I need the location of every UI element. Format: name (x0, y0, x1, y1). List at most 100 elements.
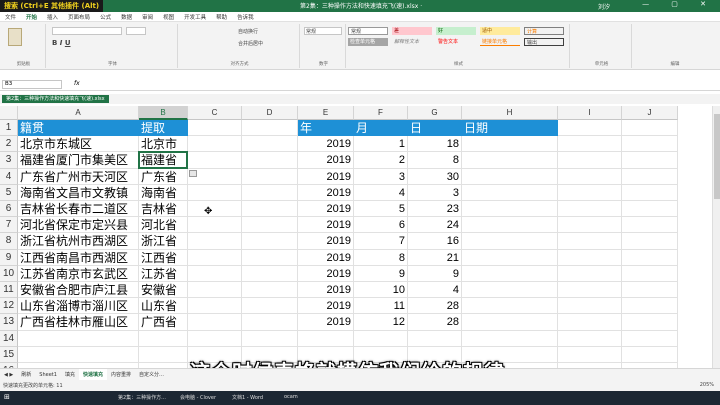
row-header[interactable]: 10 (0, 265, 18, 282)
column-header-a[interactable]: A (18, 106, 139, 120)
grid-cell[interactable] (462, 233, 558, 250)
grid-cell[interactable] (408, 330, 462, 347)
data-cell[interactable]: 6 (354, 217, 408, 233)
data-cell[interactable]: 28 (408, 298, 462, 314)
name-box[interactable]: B3 (2, 80, 62, 89)
grid-cell[interactable] (622, 314, 678, 331)
row-header[interactable]: 5 (0, 184, 18, 201)
data-cell[interactable]: 2019 (298, 152, 354, 168)
merge-center-button[interactable]: 合并后居中 (238, 40, 263, 47)
grid-cell[interactable] (242, 330, 298, 347)
data-cell[interactable]: 2019 (298, 136, 354, 152)
data-cell[interactable]: 2019 (298, 314, 354, 330)
grid-cell[interactable] (558, 152, 622, 169)
style-calculation[interactable]: 计算 (524, 27, 564, 35)
data-cell[interactable]: 2019 (298, 298, 354, 314)
data-cell[interactable]: 北京市 (139, 136, 188, 152)
grid-cell[interactable] (242, 314, 298, 331)
sheet-tab[interactable]: 刷新 (17, 369, 35, 380)
grid-cell[interactable] (622, 201, 678, 218)
font-size-select[interactable] (126, 27, 146, 35)
taskbar-item[interactable]: 文档1 - Word (232, 394, 263, 401)
grid-cell[interactable] (558, 201, 622, 218)
grid-cell[interactable] (242, 265, 298, 282)
data-cell[interactable]: 2019 (298, 250, 354, 266)
grid-cell[interactable] (622, 136, 678, 153)
data-cell[interactable]: 安徽省 (139, 282, 188, 298)
grid-cell[interactable] (188, 314, 242, 331)
zoom-level[interactable]: 205% (700, 382, 714, 388)
data-cell[interactable]: 24 (408, 217, 462, 233)
grid-cell[interactable] (139, 346, 188, 363)
sheet-tab[interactable]: 自定义分… (135, 369, 168, 380)
grid-cell[interactable] (622, 217, 678, 234)
paste-icon[interactable] (8, 28, 22, 46)
data-cell[interactable]: 江苏省南京市玄武区 (18, 266, 139, 282)
taskbar-item[interactable]: ocam (284, 394, 298, 400)
column-header-f[interactable]: F (354, 106, 408, 120)
quick-access-toolbar[interactable]: 搜索 (Ctrl+E 其他插件 (Alt) (0, 0, 104, 12)
sheet-tab[interactable]: 内容重排 (107, 369, 135, 380)
grid-cell[interactable] (622, 330, 678, 347)
grid-cell[interactable] (622, 168, 678, 185)
data-cell[interactable]: 21 (408, 250, 462, 266)
flash-fill-options-icon[interactable] (189, 169, 197, 177)
grid-cell[interactable] (242, 136, 298, 153)
ribbon-tab[interactable]: 插入 (42, 12, 63, 22)
data-cell[interactable]: 江西省 (139, 250, 188, 266)
data-cell[interactable]: 4 (354, 185, 408, 201)
fx-icon[interactable]: fx (74, 80, 80, 87)
grid-cell[interactable] (558, 184, 622, 201)
data-cell[interactable]: 海南省文昌市文教镇 (18, 185, 139, 201)
workbook-tab[interactable]: 第2集：三种操作方法和快速填充飞(速).xlsx (2, 95, 109, 103)
column-header-g[interactable]: G (408, 106, 462, 120)
data-cell[interactable]: 5 (354, 201, 408, 217)
header-cell[interactable]: 日 (408, 120, 462, 137)
grid-cell[interactable] (188, 136, 242, 153)
grid-cell[interactable] (242, 168, 298, 185)
grid-cell[interactable] (558, 120, 622, 137)
style-neutral[interactable]: 适中 (480, 27, 520, 35)
data-cell[interactable]: 福建省厦门市集美区 (18, 152, 139, 168)
data-cell[interactable]: 8 (354, 250, 408, 266)
data-cell[interactable]: 江苏省 (139, 266, 188, 282)
data-cell[interactable]: 浙江省杭州市西湖区 (18, 233, 139, 249)
style-normal[interactable]: 常规 (348, 27, 388, 35)
window-controls[interactable]: — ▢ ✕ (642, 0, 716, 8)
grid-cell[interactable] (188, 282, 242, 299)
data-cell[interactable]: 16 (408, 233, 462, 249)
taskbar-item[interactable]: 会电脑 - Clover (180, 394, 216, 401)
data-cell[interactable]: 广东省广州市天河区 (18, 169, 139, 185)
grid-cell[interactable] (622, 282, 678, 299)
grid-cell[interactable] (462, 152, 558, 169)
data-cell[interactable]: 河北省 (139, 217, 188, 233)
data-cell[interactable]: 吉林省 (139, 201, 188, 217)
grid-cell[interactable] (18, 346, 139, 363)
row-header[interactable]: 8 (0, 233, 18, 250)
ribbon-tab[interactable]: 数据 (116, 12, 137, 22)
grid-cell[interactable] (462, 184, 558, 201)
style-output[interactable]: 输出 (524, 38, 564, 46)
grid-cell[interactable] (622, 265, 678, 282)
data-cell[interactable]: 山东省淄博市淄川区 (18, 298, 139, 314)
grid-cell[interactable] (188, 120, 242, 137)
grid-cell[interactable] (558, 314, 622, 331)
data-cell[interactable]: 9 (354, 266, 408, 282)
grid-cell[interactable] (622, 298, 678, 315)
grid-cell[interactable] (298, 330, 354, 347)
data-cell[interactable]: 海南省 (139, 185, 188, 201)
grid-cell[interactable] (242, 249, 298, 266)
spreadsheet-grid[interactable]: ABCDEFGHIJ1234567891011121314151617籍贯提取北… (0, 106, 712, 368)
grid-cell[interactable] (242, 201, 298, 218)
data-cell[interactable]: 2019 (298, 217, 354, 233)
data-cell[interactable]: 3 (408, 185, 462, 201)
bold-button[interactable]: B I U (52, 39, 71, 47)
grid-cell[interactable] (558, 298, 622, 315)
grid-cell[interactable] (622, 233, 678, 250)
data-cell[interactable]: 12 (354, 314, 408, 330)
windows-start-icon[interactable]: ⊞ (4, 393, 10, 401)
data-cell[interactable]: 2019 (298, 185, 354, 201)
data-cell[interactable]: 28 (408, 314, 462, 330)
grid-cell[interactable] (139, 330, 188, 347)
column-header-b[interactable]: B (139, 106, 188, 120)
